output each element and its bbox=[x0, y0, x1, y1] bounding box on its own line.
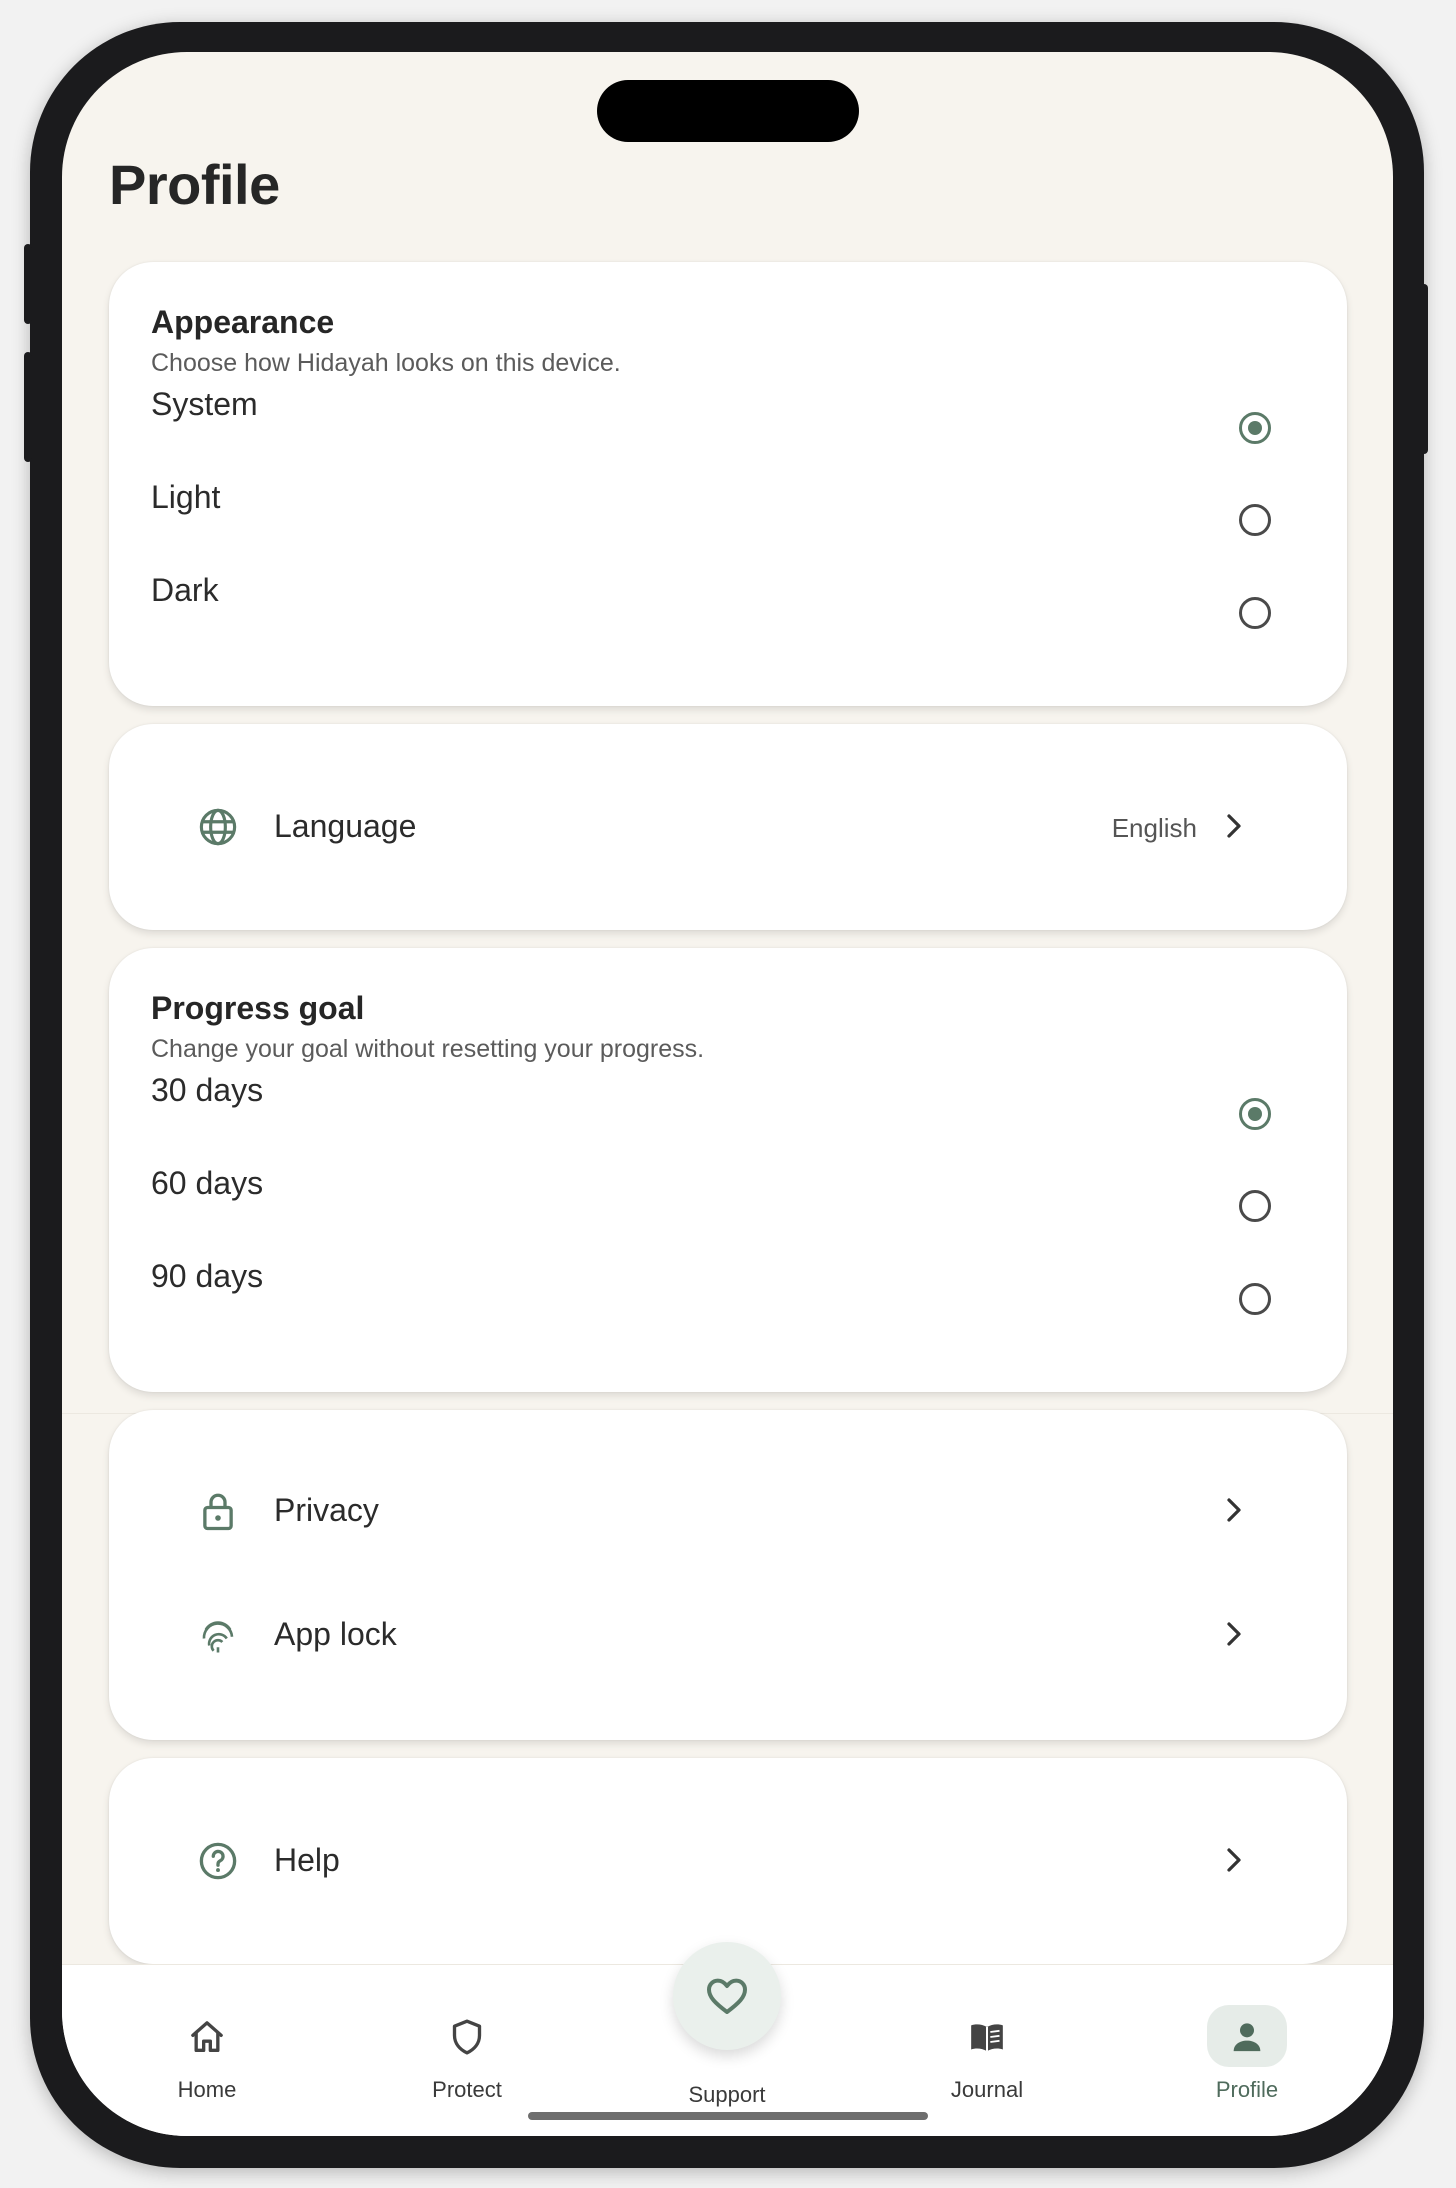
appearance-card: Appearance Choose how Hidayah looks on t… bbox=[109, 262, 1347, 706]
volume-down-button bbox=[24, 352, 32, 462]
appearance-option-dark-label[interactable]: Dark bbox=[151, 572, 219, 609]
goal-option-30-radio[interactable] bbox=[1239, 1098, 1271, 1130]
dynamic-island bbox=[597, 80, 859, 142]
privacy-label: Privacy bbox=[274, 1492, 379, 1528]
chevron-right-icon bbox=[1227, 1848, 1241, 1872]
support-button[interactable] bbox=[673, 1942, 781, 2050]
privacy-row[interactable]: Privacy bbox=[109, 1466, 1347, 1556]
nav-item-home[interactable]: Home bbox=[127, 1965, 287, 2136]
help-label: Help bbox=[274, 1842, 340, 1878]
help-card: Help bbox=[109, 1758, 1347, 1964]
security-card: Privacy App lock bbox=[109, 1410, 1347, 1740]
chevron-right-icon bbox=[1227, 1498, 1241, 1522]
person-icon bbox=[1233, 2023, 1261, 2052]
goal-option-90-label[interactable]: 90 days bbox=[151, 1258, 263, 1295]
nav-label-profile: Profile bbox=[1215, 2077, 1279, 2102]
appearance-subtitle: Choose how Hidayah looks on this device. bbox=[151, 349, 621, 377]
heart-icon bbox=[707, 1978, 747, 2014]
shield-icon bbox=[452, 2019, 482, 2055]
book-icon bbox=[971, 2024, 1003, 2052]
language-label: Language bbox=[274, 808, 417, 844]
help-circle-icon bbox=[199, 1842, 237, 1880]
chevron-right-icon bbox=[1227, 814, 1241, 838]
nav-label-home: Home bbox=[177, 2077, 237, 2102]
app-lock-label: App lock bbox=[274, 1616, 397, 1652]
nav-label-protect: Protect bbox=[432, 2077, 502, 2102]
volume-up-button bbox=[24, 244, 32, 324]
appearance-option-system-label[interactable]: System bbox=[151, 386, 258, 423]
goal-option-90-radio[interactable] bbox=[1239, 1283, 1271, 1315]
nav-label-support[interactable]: Support bbox=[647, 2082, 807, 2108]
help-row[interactable]: Help bbox=[109, 1816, 1347, 1906]
home-icon bbox=[191, 2021, 223, 2052]
goal-option-30-label[interactable]: 30 days bbox=[151, 1072, 263, 1109]
appearance-option-light-radio[interactable] bbox=[1239, 504, 1271, 536]
power-button bbox=[1420, 284, 1428, 454]
progress-goal-title: Progress goal bbox=[151, 990, 365, 1026]
appearance-option-dark-radio[interactable] bbox=[1239, 597, 1271, 629]
fingerprint-icon bbox=[202, 1621, 234, 1653]
app-lock-row[interactable]: App lock bbox=[109, 1590, 1347, 1680]
page-title: Profile bbox=[109, 153, 280, 216]
screen: Profile Appearance Choose how Hidayah lo… bbox=[62, 52, 1393, 2136]
nav-item-profile[interactable]: Profile bbox=[1167, 1965, 1327, 2136]
globe-icon bbox=[199, 808, 237, 846]
progress-goal-card: Progress goal Change your goal without r… bbox=[109, 948, 1347, 1392]
nav-item-journal[interactable]: Journal bbox=[907, 1965, 1067, 2136]
appearance-option-system-radio[interactable] bbox=[1239, 412, 1271, 444]
language-value: English bbox=[1111, 813, 1197, 843]
chevron-right-icon bbox=[1227, 1622, 1241, 1646]
appearance-option-light-label[interactable]: Light bbox=[151, 479, 220, 516]
nav-item-protect[interactable]: Protect bbox=[387, 1965, 547, 2136]
lock-icon bbox=[203, 1493, 233, 1531]
language-card: Language English bbox=[109, 724, 1347, 930]
appearance-title: Appearance bbox=[151, 304, 335, 340]
goal-option-60-radio[interactable] bbox=[1239, 1190, 1271, 1222]
language-row[interactable]: Language English bbox=[109, 782, 1347, 872]
goal-option-60-label[interactable]: 60 days bbox=[151, 1165, 263, 1202]
nav-label-journal: Journal bbox=[950, 2077, 1024, 2102]
progress-goal-subtitle: Change your goal without resetting your … bbox=[151, 1035, 705, 1063]
home-indicator bbox=[528, 2112, 928, 2120]
